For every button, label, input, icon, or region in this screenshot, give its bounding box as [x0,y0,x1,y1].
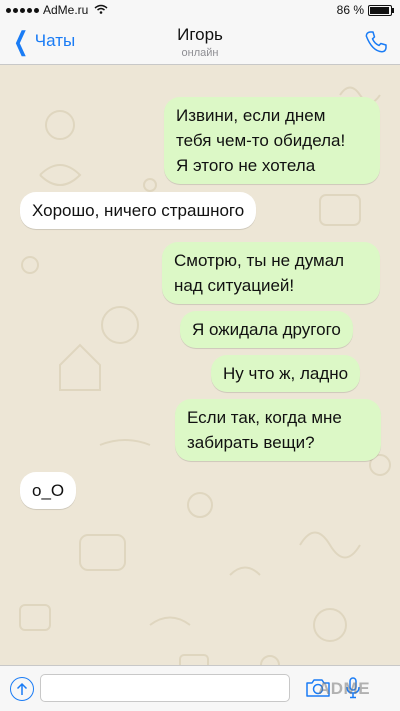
carrier-label: AdMe.ru [43,3,89,17]
battery-percent: 86 % [336,3,364,17]
arrow-up-icon [16,682,28,695]
message-bubble-outgoing[interactable]: Я ожидала другого [180,311,353,348]
contact-name: Игорь [177,25,223,44]
message-bubble-outgoing[interactable]: Извини, если днем тебя чем-то обидела! Я… [164,97,380,184]
phone-call-button[interactable] [364,30,388,54]
nav-bar: ❮ Чаты Игорь онлайн [0,20,400,65]
chat-area[interactable]: Извини, если днем тебя чем-то обидела! Я… [0,65,400,665]
chat-header[interactable]: Игорь онлайн [0,25,400,59]
message-input[interactable] [40,674,290,702]
signal-dots-icon [6,7,39,13]
message-bubble-incoming[interactable]: o_O [20,472,77,509]
message-bubble-outgoing[interactable]: Если так, когда мне забирать вещи? [175,399,381,461]
wifi-icon [94,4,108,17]
message-bubble-incoming[interactable]: Хорошо, ничего страшного [20,192,257,229]
battery-fill [370,6,389,14]
status-left: AdMe.ru [6,3,108,17]
phone-icon [365,31,387,53]
input-bar: ADME [0,665,400,711]
contact-status: онлайн [181,47,219,59]
adme-watermark: ADME [318,679,371,698]
status-bar: AdMe.ru 86 % [0,0,400,20]
status-right: 86 % [336,3,394,17]
attach-button[interactable] [10,677,34,701]
message-bubble-outgoing[interactable]: Смотрю, ты не думал над ситуацией! [162,242,380,304]
battery-icon [368,4,394,16]
message-bubble-outgoing[interactable]: Ну что ж, ладно [211,355,361,392]
